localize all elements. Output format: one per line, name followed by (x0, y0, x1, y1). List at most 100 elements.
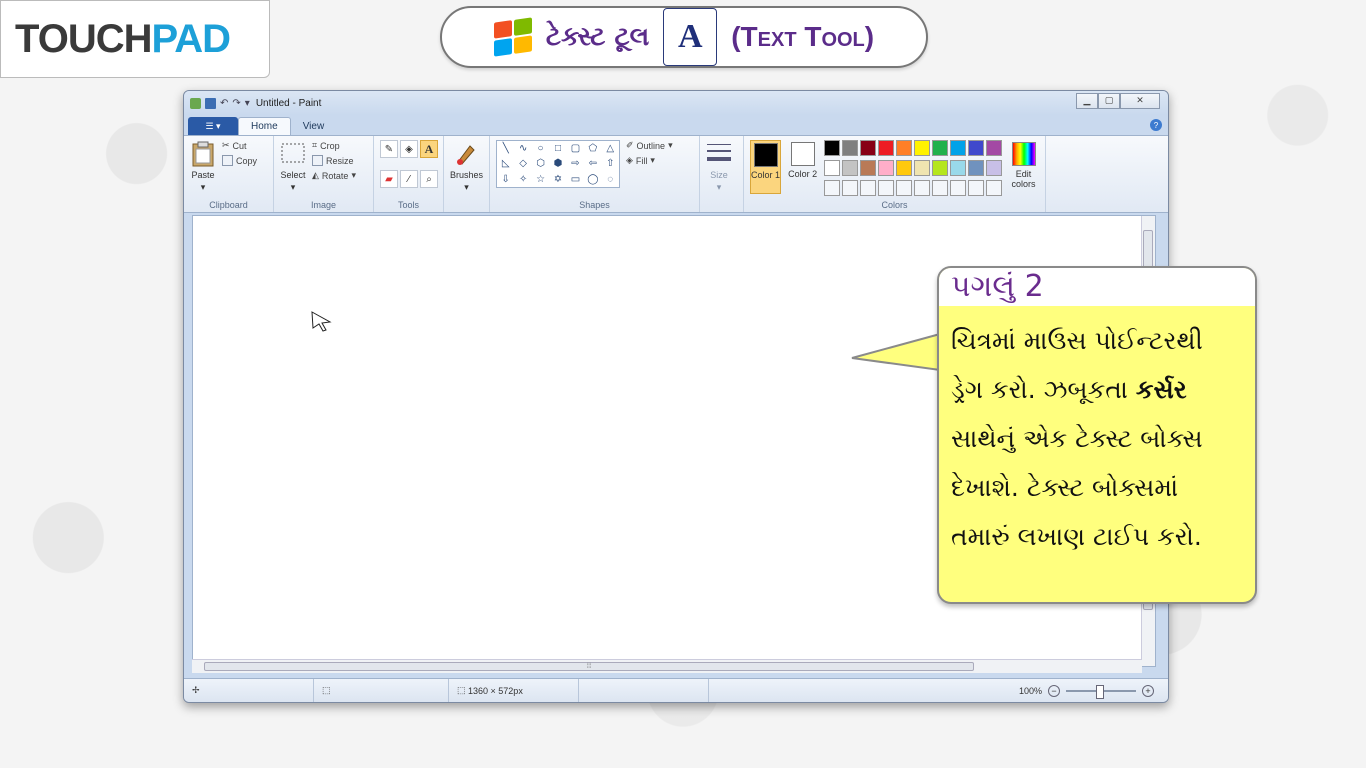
palette-swatch[interactable] (842, 160, 859, 176)
resize-button[interactable]: Resize (312, 155, 356, 166)
text-tool-button[interactable]: A (420, 140, 438, 158)
undo-icon[interactable]: ↶ (220, 98, 228, 109)
magnifier-icon[interactable]: ⌕ (420, 170, 438, 188)
palette-swatch[interactable] (968, 140, 985, 156)
palette-swatch[interactable] (986, 160, 1003, 176)
palette-swatch[interactable] (878, 140, 895, 156)
close-button[interactable]: ✕ (1120, 93, 1160, 109)
cut-button[interactable]: ✂ Cut (222, 140, 257, 151)
palette-swatch[interactable] (914, 160, 931, 176)
palette-swatch[interactable] (896, 180, 913, 196)
color1-button[interactable]: Color 1 (750, 140, 782, 194)
pencil-icon[interactable]: ✎ (380, 140, 398, 158)
paint-app-icon[interactable] (190, 97, 201, 109)
palette-swatch[interactable] (860, 180, 877, 196)
canvas-size: ⬚ 1360 × 572px (449, 679, 579, 702)
edit-colors-button[interactable]: Edit colors (1008, 140, 1039, 194)
shapes-group: ╲ ∿ ○ □ ▢ ⬠ △ ◺ ◇ ⬡ ⬢ ⇨ ⇦ ⇧ ⇩ ✧ ☆ ✡ ▭ ◯ ◌ ✐ Outline ▾ ◈ Fill ▾… (490, 136, 700, 212)
title-bar: ↶ ↷ ▾ Untitled - Paint ▁ ▢ ✕ (184, 91, 1168, 115)
palette-swatch[interactable] (860, 160, 877, 176)
image-label: Image (310, 200, 336, 210)
palette-swatch[interactable] (950, 160, 967, 176)
zoom-out-button[interactable]: − (1048, 684, 1060, 697)
palette-swatch[interactable] (950, 180, 967, 196)
colors-group: Color 1 Color 2 Edit colors Colors (744, 136, 1046, 212)
redo-icon[interactable]: ↷ (232, 98, 240, 109)
fill-icon: ◈ (626, 155, 633, 165)
window-title: Untitled - Paint (255, 97, 322, 109)
brushes-button[interactable]: Brushes ▾ (450, 140, 483, 198)
colors-label: Colors (881, 200, 908, 210)
fill-dropdown[interactable]: ◈ Fill ▾ (626, 155, 673, 166)
callout-text: ચિત્રમાં માઉસ પોઈન્ટરથી ડ્રેગ કરો. ઝબૂકત… (939, 306, 1255, 561)
clipboard-label: Clipboard (209, 200, 248, 210)
zoom-slider[interactable] (1066, 684, 1136, 699)
canvas-size-icon: ⬚ (457, 685, 469, 695)
palette-swatch[interactable] (986, 180, 1003, 196)
horizontal-scroll-thumb[interactable]: ⦙⦙⦙ (204, 662, 974, 671)
shapes-label: Shapes (579, 200, 610, 210)
windows-logo-icon (493, 17, 532, 57)
palette-swatch[interactable] (860, 140, 877, 156)
size-button[interactable]: Size ▾ (706, 140, 732, 198)
brush-icon (456, 145, 475, 165)
tab-view[interactable]: View (291, 117, 337, 135)
select-button[interactable]: Select ▾ (280, 140, 306, 198)
palette-swatch[interactable] (932, 180, 949, 196)
customize-dropdown-icon[interactable]: ▾ (245, 98, 250, 109)
palette-swatch[interactable] (914, 180, 931, 196)
color1-swatch (753, 143, 778, 167)
palette-swatch[interactable] (932, 140, 949, 156)
fill-bucket-icon[interactable]: ◈ (400, 140, 418, 158)
palette-swatch[interactable] (950, 140, 967, 156)
palette-swatch[interactable] (968, 160, 985, 176)
resize-icon (312, 155, 323, 166)
file-menu-button[interactable]: ☰ ▾ (188, 117, 238, 135)
outline-icon: ✐ (626, 140, 634, 150)
callout-line: દેખાશે. ટેક્સ્ટ બોક્સમાં (951, 473, 1179, 502)
horizontal-scrollbar[interactable]: ⦙⦙⦙ (192, 659, 1142, 673)
palette-swatch[interactable] (896, 160, 913, 176)
copy-button[interactable]: Copy (222, 155, 257, 166)
eraser-icon[interactable]: ▰ (380, 170, 398, 188)
palette-swatch[interactable] (914, 140, 931, 156)
status-bar: ✢ ⬚ ⬚ 1360 × 572px 100% − + (184, 678, 1168, 702)
maximize-button[interactable]: ▢ (1098, 93, 1120, 109)
zoom-controls: 100% − + (1019, 684, 1168, 699)
minimize-button[interactable]: ▁ (1076, 93, 1098, 109)
palette-swatch[interactable] (842, 140, 859, 156)
crop-icon: ⌗ (312, 140, 318, 150)
move-icon: ✢ (192, 685, 200, 695)
palette-swatch[interactable] (842, 180, 859, 196)
color2-button[interactable]: Color 2 (787, 140, 818, 194)
palette-swatch[interactable] (824, 160, 841, 176)
palette-swatch[interactable] (878, 180, 895, 196)
help-icon[interactable]: ? (1150, 119, 1162, 131)
palette-swatch[interactable] (878, 160, 895, 176)
palette-swatch[interactable] (986, 140, 1003, 156)
palette-swatch[interactable] (932, 160, 949, 176)
selection-size: ⬚ (314, 679, 449, 702)
mouse-pointer-icon (311, 311, 332, 332)
palette-swatch[interactable] (896, 140, 913, 156)
zoom-in-button[interactable]: + (1142, 684, 1154, 697)
logo-part1: TOUCH (15, 16, 152, 61)
text-tool-icon: A (663, 8, 718, 66)
palette-swatch[interactable] (968, 180, 985, 196)
step-callout: પગલું 2 ચિત્રમાં માઉસ પોઈન્ટરથી ડ્રેગ કર… (937, 266, 1257, 604)
rotate-button[interactable]: ◭ Rotate ▾ (312, 170, 356, 181)
shapes-gallery[interactable]: ╲ ∿ ○ □ ▢ ⬠ △ ◺ ◇ ⬡ ⬢ ⇨ ⇦ ⇧ ⇩ ✧ ☆ ✡ ▭ ◯ ◌ (496, 140, 620, 188)
color-picker-icon[interactable]: ⁄ (400, 170, 418, 188)
tab-home[interactable]: Home (238, 117, 291, 135)
selection-icon: ⬚ (322, 685, 331, 695)
rainbow-icon (1011, 142, 1036, 166)
logo-part2: PAD (151, 16, 230, 61)
title-gujarati: ટેક્સ્ટ ટૂલ (545, 21, 650, 52)
palette-swatch[interactable] (824, 180, 841, 196)
outline-dropdown[interactable]: ✐ Outline ▾ (626, 140, 673, 151)
crop-button[interactable]: ⌗ Crop (312, 140, 356, 151)
save-icon[interactable] (205, 97, 216, 109)
color-palette[interactable] (824, 140, 1003, 198)
palette-swatch[interactable] (824, 140, 841, 156)
paste-button[interactable]: Paste ▾ (190, 140, 216, 198)
